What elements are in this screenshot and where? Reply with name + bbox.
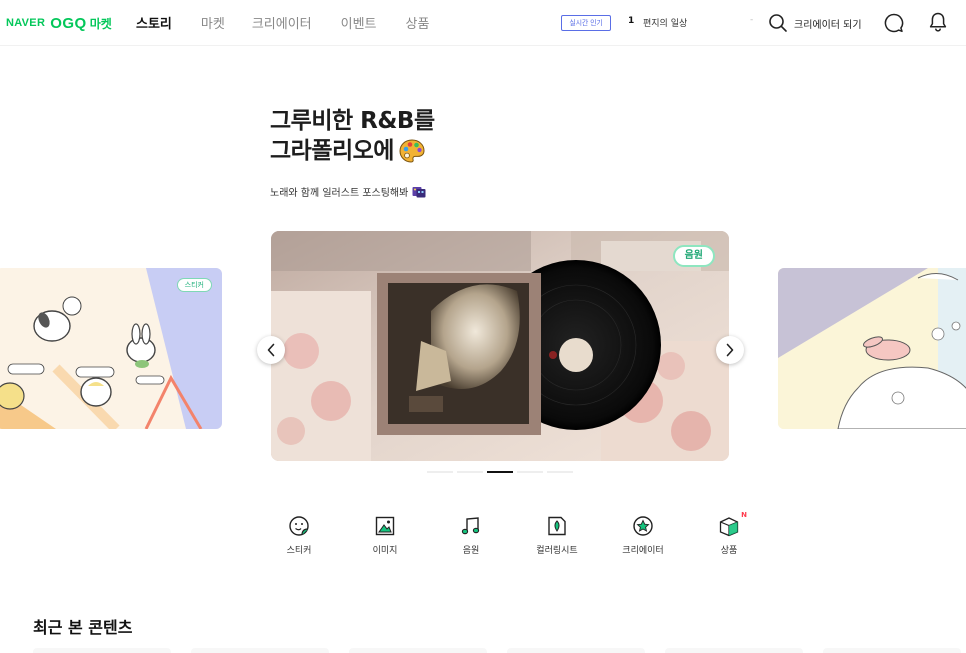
recent-content-card[interactable] [665, 648, 803, 653]
music-cover-illustration [271, 231, 729, 461]
recent-contents-title: 최근 본 콘텐츠 [33, 618, 133, 637]
category-music-label: 음원 [462, 546, 480, 556]
recent-content-card[interactable] [823, 648, 961, 653]
main-nav: 스토리 마켓 크리에이터 이벤트 상품 [136, 13, 458, 32]
carousel-dot[interactable] [427, 471, 453, 473]
search-icon[interactable] [768, 13, 788, 33]
nav-story[interactable]: 스토리 [136, 13, 172, 32]
divider-dash: - [750, 15, 754, 25]
palette-emoji-icon [399, 139, 425, 163]
category-coloring-sheet[interactable]: 컬러링시트 [514, 515, 600, 556]
notification-bell-icon[interactable] [928, 11, 948, 33]
become-creator-link[interactable]: 크리에이터 되기 [794, 16, 862, 31]
chevron-right-icon [726, 343, 734, 357]
music-category-badge: 음원 [672, 245, 715, 267]
carousel-dot[interactable] [517, 471, 543, 473]
category-image[interactable]: 이미지 [342, 515, 428, 556]
category-image-label: 이미지 [372, 546, 398, 556]
category-sticker[interactable]: 스티커 [256, 515, 342, 556]
product-icon-wrap: N [718, 511, 747, 537]
logo-ogq-text: OGQ [50, 14, 87, 32]
bath-illustration [778, 268, 966, 429]
category-creator[interactable]: 크리에이터 [600, 515, 686, 556]
category-music[interactable]: 음원 [428, 515, 514, 556]
carousel-next-button[interactable] [716, 336, 744, 364]
carousel-pagination [427, 471, 573, 473]
product-icon [719, 517, 739, 537]
nav-product[interactable]: 상품 [406, 13, 430, 32]
carousel-dot-active[interactable] [487, 471, 513, 473]
recent-contents-list [33, 648, 961, 653]
hero-title-line-2: 그라폴리오에 [270, 138, 394, 164]
new-badge: N [741, 511, 747, 519]
music-icon [461, 517, 480, 535]
category-sticker-label: 스티커 [286, 546, 312, 556]
film-frames-icon [412, 186, 426, 197]
category-coloring-sheet-label: 컬러링시트 [536, 546, 578, 556]
category-product[interactable]: N 상품 [686, 511, 772, 556]
recent-content-card[interactable] [349, 648, 487, 653]
recent-content-card[interactable] [33, 648, 171, 653]
carousel-dot[interactable] [457, 471, 483, 473]
hero-title-line-1: 그루비한 R&B를 [270, 108, 435, 134]
category-product-label: 상품 [720, 546, 738, 556]
chat-icon[interactable] [883, 12, 905, 34]
realtime-popular-badge: 실시간 인기 [561, 15, 611, 31]
recent-content-card[interactable] [507, 648, 645, 653]
logo-naver-text: NAVER [6, 17, 46, 29]
chevron-left-icon [267, 343, 275, 357]
hero-title: 그루비한 R&B를 그라폴리오에 [270, 106, 435, 166]
nav-event[interactable]: 이벤트 [341, 13, 377, 32]
carousel-card-sticker[interactable]: 스티커 [0, 268, 222, 429]
creator-icon [633, 516, 653, 536]
sticker-icon [289, 516, 309, 536]
nav-creator[interactable]: 크리에이터 [252, 13, 312, 32]
carousel-dot[interactable] [547, 471, 573, 473]
carousel-prev-button[interactable] [257, 336, 285, 364]
hero-subtitle: 노래와 함께 일러스트 포스팅해봐 [270, 184, 426, 199]
coloring-sheet-icon [548, 516, 566, 536]
category-shortcuts: 스티커 이미지 음원 컬러링시트 크리에이터 N 상품 [256, 511, 772, 556]
sticker-illustration [0, 268, 222, 429]
logo-market-text: 마켓 [89, 16, 112, 31]
carousel-card-illustration[interactable] [778, 268, 966, 429]
recent-content-card[interactable] [191, 648, 329, 653]
realtime-keyword-link[interactable]: 편지의 일상 [643, 16, 687, 29]
top-header: NAVER OGQ 마켓 스토리 마켓 크리에이터 이벤트 상품 실시간 인기 … [0, 0, 966, 46]
hero-subtitle-text: 노래와 함께 일러스트 포스팅해봐 [270, 188, 409, 199]
sticker-category-badge: 스티커 [176, 278, 212, 292]
carousel-card-music[interactable]: 음원 [271, 231, 729, 461]
realtime-rank: 1 [628, 16, 635, 26]
category-creator-label: 크리에이터 [622, 546, 664, 556]
nav-market[interactable]: 마켓 [201, 13, 225, 32]
naver-ogq-market-logo[interactable]: NAVER OGQ 마켓 [6, 14, 112, 32]
image-icon [375, 516, 395, 536]
